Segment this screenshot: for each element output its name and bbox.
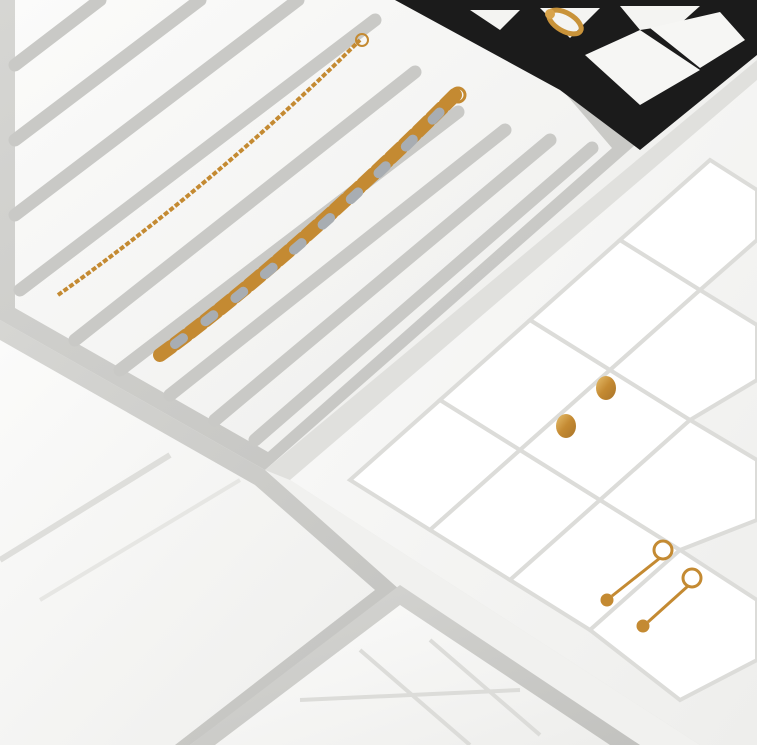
jewelry-display-photo bbox=[0, 0, 757, 745]
photo-canvas bbox=[0, 0, 757, 745]
